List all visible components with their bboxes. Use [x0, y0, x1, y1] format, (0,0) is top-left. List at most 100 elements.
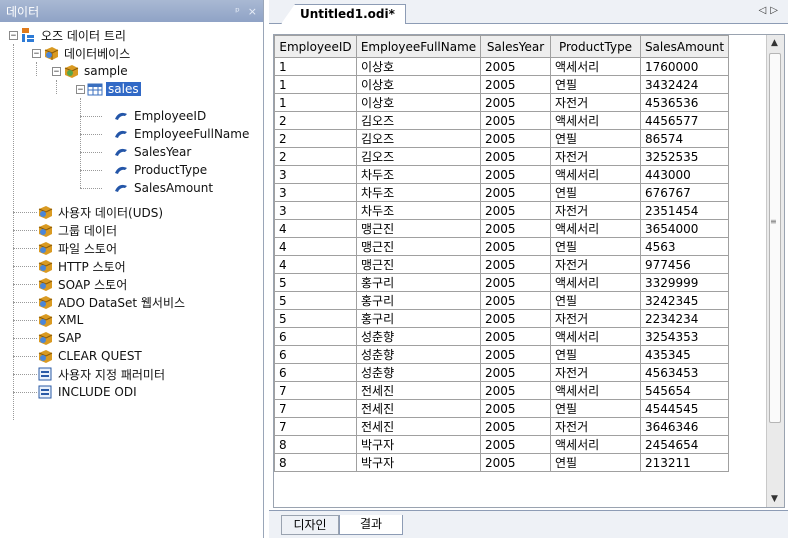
table-row[interactable]: 3 차두조 2005 액세서리 443000	[274, 165, 765, 184]
column-header[interactable]: ProductType	[550, 35, 641, 58]
table-row[interactable]: 6 성춘향 2005 액세서리 3254353	[274, 327, 765, 346]
table-cell[interactable]: 이상호	[356, 93, 481, 112]
table-cell[interactable]: 2005	[480, 183, 551, 202]
table-cell[interactable]: 연필	[550, 129, 641, 148]
table-cell[interactable]: 4544545	[640, 399, 729, 418]
table-cell[interactable]: 3	[274, 183, 357, 202]
table-cell[interactable]: 자전거	[550, 309, 641, 328]
table-cell[interactable]: 자전거	[550, 417, 641, 436]
table-cell[interactable]: 3646346	[640, 417, 729, 436]
table-row[interactable]: 8 박구자 2005 연필 213211	[274, 453, 765, 472]
table-row[interactable]: 6 성춘향 2005 자전거 4563453	[274, 363, 765, 382]
table-cell[interactable]: 545654	[640, 381, 729, 400]
tab-design[interactable]: 디자인	[281, 515, 339, 535]
collapse-icon[interactable]: −	[76, 84, 85, 94]
table-cell[interactable]: 홍구리	[356, 309, 481, 328]
table-row[interactable]: 2 김오즈 2005 액세서리 4456577	[274, 111, 765, 130]
table-cell[interactable]: 2005	[480, 75, 551, 94]
tab-result[interactable]: 결과	[339, 515, 403, 535]
tree-node-group-data[interactable]: 그룹 데이터	[37, 221, 119, 239]
table-cell[interactable]: 연필	[550, 291, 641, 310]
table-cell[interactable]: 자전거	[550, 147, 641, 166]
table-cell[interactable]: 연필	[550, 399, 641, 418]
tab-untitled1-odi[interactable]: Untitled1.odi*	[281, 4, 406, 24]
table-cell[interactable]: 7	[274, 399, 357, 418]
table-row[interactable]: 2 김오즈 2005 연필 86574	[274, 129, 765, 148]
table-cell[interactable]: 3242345	[640, 291, 729, 310]
tree-field-producttype[interactable]: ProductType	[113, 161, 209, 179]
tree-node-root[interactable]: − 오즈 데이터 트리	[9, 26, 128, 44]
table-row[interactable]: 2 김오즈 2005 자전거 3252535	[274, 147, 765, 166]
table-row[interactable]: 5 홍구리 2005 연필 3242345	[274, 291, 765, 310]
tree-node-custom-params[interactable]: 사용자 지정 패러미터	[37, 365, 167, 383]
table-cell[interactable]: 연필	[550, 345, 641, 364]
table-cell[interactable]: 2005	[480, 255, 551, 274]
table-cell[interactable]: 액세서리	[550, 273, 641, 292]
close-icon[interactable]: ×	[248, 5, 257, 18]
table-cell[interactable]: 액세서리	[550, 165, 641, 184]
table-row[interactable]: 5 홍구리 2005 자전거 2234234	[274, 309, 765, 328]
table-cell[interactable]: 5	[274, 309, 357, 328]
table-cell[interactable]: 2005	[480, 345, 551, 364]
table-cell[interactable]: 1	[274, 57, 357, 76]
tree-node-ado-dataset[interactable]: ADO DataSet 웹서비스	[37, 293, 187, 311]
table-cell[interactable]: 2005	[480, 327, 551, 346]
tree-field-salesamount[interactable]: SalesAmount	[113, 179, 215, 197]
table-cell[interactable]: 86574	[640, 129, 729, 148]
table-cell[interactable]: 2005	[480, 201, 551, 220]
table-cell[interactable]: 2005	[480, 453, 551, 472]
table-cell[interactable]: 액세서리	[550, 111, 641, 130]
table-cell[interactable]: 자전거	[550, 201, 641, 220]
table-cell[interactable]: 435345	[640, 345, 729, 364]
table-row[interactable]: 4 맹근진 2005 액세서리 3654000	[274, 219, 765, 238]
table-cell[interactable]: 6	[274, 363, 357, 382]
table-cell[interactable]: 2005	[480, 273, 551, 292]
table-cell[interactable]: 6	[274, 345, 357, 364]
table-cell[interactable]: 4	[274, 219, 357, 238]
column-header[interactable]: SalesYear	[480, 35, 551, 58]
table-cell[interactable]: 2005	[480, 129, 551, 148]
table-cell[interactable]: 맹근진	[356, 219, 481, 238]
table-cell[interactable]: 8	[274, 435, 357, 454]
table-cell[interactable]: 2005	[480, 291, 551, 310]
table-cell[interactable]: 977456	[640, 255, 729, 274]
table-cell[interactable]: 2005	[480, 363, 551, 382]
table-row[interactable]: 7 전세진 2005 연필 4544545	[274, 399, 765, 418]
table-cell[interactable]: 성춘향	[356, 363, 481, 382]
tree-node-include-odi[interactable]: INCLUDE ODI	[37, 383, 139, 401]
table-cell[interactable]: 5	[274, 291, 357, 310]
scroll-down-arrow-icon[interactable]: ▼	[771, 494, 778, 504]
table-cell[interactable]: 4	[274, 237, 357, 256]
tree-field-employeeid[interactable]: EmployeeID	[113, 107, 208, 125]
table-cell[interactable]: 연필	[550, 183, 641, 202]
table-cell[interactable]: 3	[274, 201, 357, 220]
collapse-icon[interactable]: −	[52, 66, 61, 76]
table-cell[interactable]: 2005	[480, 417, 551, 436]
table-cell[interactable]: 차두조	[356, 201, 481, 220]
tree-node-clear-quest[interactable]: CLEAR QUEST	[37, 347, 144, 365]
table-cell[interactable]: 액세서리	[550, 219, 641, 238]
table-cell[interactable]: 액세서리	[550, 435, 641, 454]
table-cell[interactable]: 2	[274, 129, 357, 148]
table-row[interactable]: 3 차두조 2005 연필 676767	[274, 183, 765, 202]
table-cell[interactable]: 액세서리	[550, 327, 641, 346]
table-cell[interactable]: 이상호	[356, 57, 481, 76]
table-cell[interactable]: 4456577	[640, 111, 729, 130]
table-cell[interactable]: 2	[274, 147, 357, 166]
table-row[interactable]: 7 전세진 2005 자전거 3646346	[274, 417, 765, 436]
table-cell[interactable]: 3254353	[640, 327, 729, 346]
table-cell[interactable]: 박구자	[356, 435, 481, 454]
tree-node-uds[interactable]: 사용자 데이터(UDS)	[37, 203, 165, 221]
table-cell[interactable]: 6	[274, 327, 357, 346]
tree-node-sample[interactable]: − sample	[52, 62, 130, 80]
table-row[interactable]: 4 맹근진 2005 자전거 977456	[274, 255, 765, 274]
table-cell[interactable]: 2005	[480, 381, 551, 400]
table-cell[interactable]: 4536536	[640, 93, 729, 112]
table-cell[interactable]: 4563	[640, 237, 729, 256]
table-cell[interactable]: 자전거	[550, 255, 641, 274]
table-cell[interactable]: 이상호	[356, 75, 481, 94]
table-cell[interactable]: 홍구리	[356, 273, 481, 292]
table-cell[interactable]: 자전거	[550, 363, 641, 382]
table-cell[interactable]: 전세진	[356, 381, 481, 400]
table-cell[interactable]: 액세서리	[550, 57, 641, 76]
